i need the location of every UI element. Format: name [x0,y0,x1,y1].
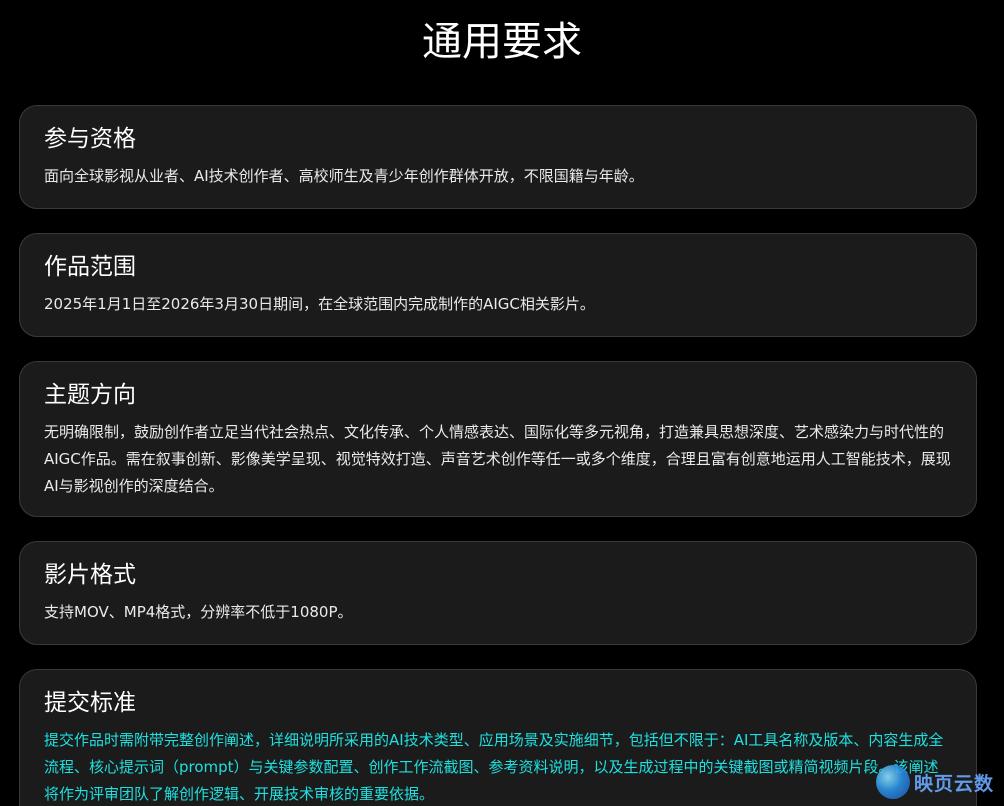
watermark-text: 映页云数 [914,772,995,795]
section-title: 作品范围 [44,254,136,280]
section-title: 主题方向 [44,382,136,408]
section-title: 参与资格 [44,126,136,152]
section-body: 面向全球影视从业者、AI技术创作者、高校师生及青少年创作群体开放，不限国籍与年龄… [44,167,644,185]
section-body: 2025年1月1日至2026年3月30日期间，在全球范围内完成制作的AIGC相关… [44,295,595,313]
section-title: 提交标准 [44,690,136,716]
page-title: 通用要求 [422,19,582,65]
section-card-submission: 提交标准 提交作品时需附带完整创作阐述，详细说明所采用的AI技术类型、应用场景及… [19,669,977,806]
section-card-format: 影片格式 支持MOV、MP4格式，分辨率不低于1080P。 [19,541,977,645]
section-card-eligibility: 参与资格 面向全球影视从业者、AI技术创作者、高校师生及青少年创作群体开放，不限… [19,105,977,209]
section-card-theme: 主题方向 无明确限制，鼓励创作者立足当代社会热点、文化传承、个人情感表达、国际化… [19,361,977,517]
section-body: 无明确限制，鼓励创作者立足当代社会热点、文化传承、个人情感表达、国际化等多元视角… [44,423,951,495]
section-title: 影片格式 [44,562,136,588]
page: 通用要求 参与资格 面向全球影视从业者、AI技术创作者、高校师生及青少年创作群体… [0,0,1004,806]
section-card-scope: 作品范围 2025年1月1日至2026年3月30日期间，在全球范围内完成制作的A… [19,233,977,337]
globe-logo-icon [876,765,910,799]
section-body-highlighted: 提交作品时需附带完整创作阐述，详细说明所采用的AI技术类型、应用场景及实施细节，… [44,731,944,803]
section-body: 支持MOV、MP4格式，分辨率不低于1080P。 [44,603,353,621]
watermark: 映页云数 [876,763,994,801]
